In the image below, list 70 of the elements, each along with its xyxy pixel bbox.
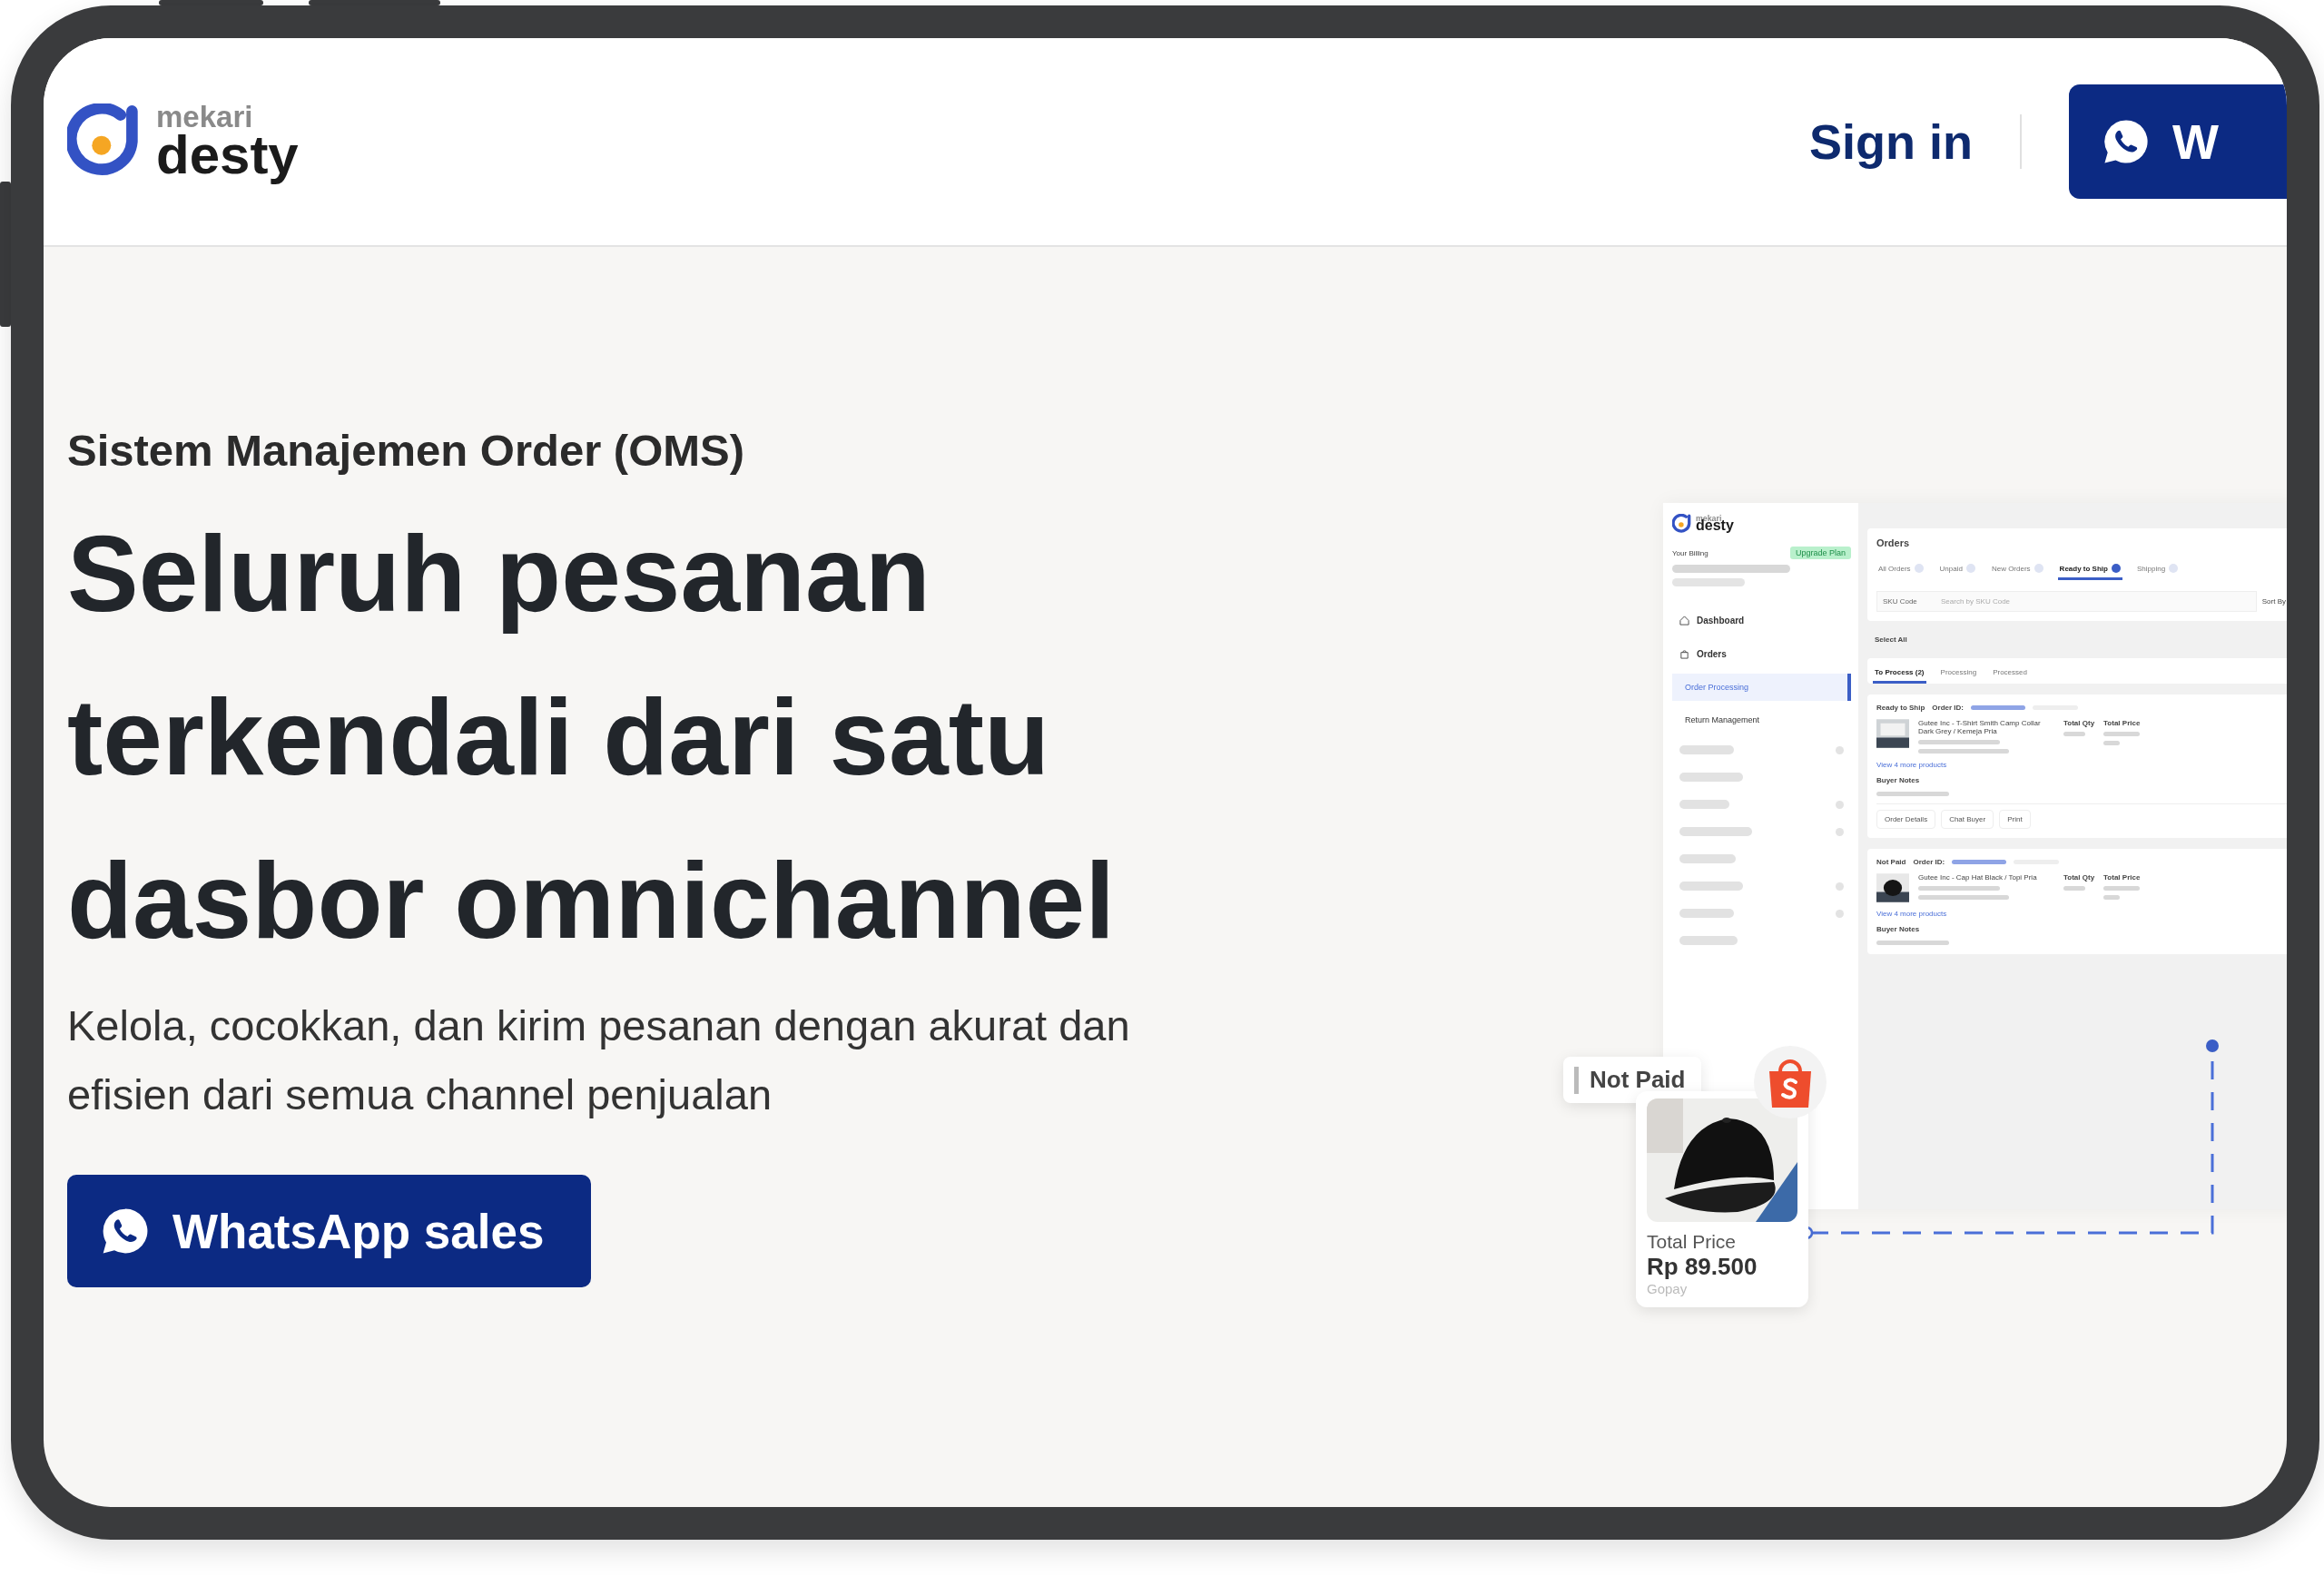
- column-header: Total Qty: [2063, 719, 2095, 727]
- description: Kelola, cocokkan, dan kirim pesanan dengan akurat dan efisien dari semua channel penjualan: [67, 1000, 1131, 1120]
- product-name: Gutee Inc - T-Shirt Smith Camp Collar Dark Grey / Kemeja Pria: [1918, 719, 2042, 735]
- buyer-notes-label: Buyer Notes: [1876, 925, 1921, 933]
- placeholder-bar: [1679, 936, 1738, 945]
- home-icon: [1679, 616, 1689, 626]
- placeholder-bar: [1679, 773, 1743, 782]
- placeholder-bar: [1679, 909, 1734, 918]
- status-tab[interactable]: Unpaid: [1937, 559, 1977, 580]
- placeholder-bar: [1971, 705, 2025, 710]
- dot-icon: [1836, 882, 1844, 891]
- order-status: Not Paid: [1876, 858, 1906, 866]
- placeholder-bar: [2103, 732, 2141, 736]
- placeholder-bar: [2063, 732, 2085, 736]
- status-tab[interactable]: Ready to Ship: [2057, 559, 2122, 580]
- action-button[interactable]: Print: [1999, 810, 2031, 829]
- logo-product: desty: [1696, 518, 1734, 534]
- process-tab[interactable]: Processing: [1938, 664, 1979, 684]
- whatsapp-button[interactable]: W: [2069, 84, 2287, 199]
- page-title: Orders: [1876, 537, 1911, 548]
- placeholder-bar: [1679, 800, 1729, 809]
- dot-icon: [1836, 909, 1844, 918]
- bag-icon: [1679, 649, 1689, 659]
- payment-method: Gopay: [1647, 1281, 1689, 1296]
- order-id-label: Order ID:: [1913, 858, 1945, 866]
- dot-icon: [1836, 745, 1844, 754]
- action-button[interactable]: Chat Buyer: [1941, 810, 1994, 829]
- buyer-notes-label: Buyer Notes: [1876, 776, 1921, 784]
- status-tab[interactable]: Shipping: [2134, 559, 2181, 580]
- placeholder-bar: [1952, 860, 2007, 864]
- action-button[interactable]: Order Details: [1876, 810, 1936, 829]
- eyebrow-text: Sistem Manajemen Order (OMS): [67, 425, 746, 476]
- column-header: Total Price: [2103, 873, 2141, 882]
- placeholder-bar: [2103, 886, 2141, 891]
- price-value: Rp 89.500: [1647, 1253, 1758, 1281]
- logo-icon: [1672, 514, 1692, 534]
- upgrade-badge: Upgrade Plan: [1789, 547, 1851, 559]
- nav-item[interactable]: Return Management: [1672, 706, 1851, 734]
- placeholder-bar: [2103, 741, 2121, 745]
- status-tab[interactable]: All Orders: [1876, 559, 1925, 580]
- placeholder-bar: [2063, 886, 2085, 891]
- column-header: Total Qty: [2063, 873, 2095, 882]
- search-field[interactable]: SKU Code Search by SKU Code: [1876, 591, 2257, 612]
- order-id-label: Order ID:: [1932, 704, 1964, 712]
- sort-label: Sort By: [2261, 597, 2287, 606]
- more-products-link[interactable]: View 4 more products: [1876, 910, 2287, 918]
- price-label: Total Price: [1647, 1231, 1738, 1253]
- process-tab[interactable]: Processed: [1991, 664, 2029, 684]
- status-tab[interactable]: New Orders: [1989, 559, 2045, 580]
- more-products-link[interactable]: View 4 more products: [1876, 761, 2287, 769]
- order-status: Ready to Ship: [1876, 704, 1925, 712]
- dot-icon: [1836, 827, 1844, 836]
- headline: Seluruh pesanan terkendali dari satu dasbor omnichannel: [67, 513, 1116, 962]
- placeholder-bar: [1679, 854, 1736, 863]
- nav-item[interactable]: Orders: [1672, 640, 1851, 668]
- dot-icon: [1836, 800, 1844, 809]
- select-all-label: Select All: [1875, 635, 1907, 644]
- nav-item[interactable]: Order Processing: [1672, 674, 1851, 701]
- product-name: Gutee Inc - Cap Hat Black / Topi Pria: [1918, 873, 2038, 882]
- placeholder-bar: [2103, 895, 2121, 900]
- status-label: Not Paid: [1590, 1066, 1686, 1094]
- nav-item[interactable]: Dashboard: [1672, 606, 1851, 635]
- process-tab[interactable]: To Process (2): [1873, 664, 1926, 684]
- status-stripe: [1574, 1066, 1579, 1094]
- placeholder-bar: [1679, 745, 1734, 754]
- column-header: Total Price: [2103, 719, 2141, 727]
- whatsapp-sales-button[interactable]: WhatsApp sales: [67, 1175, 592, 1287]
- billing-label: Your Billing: [1672, 548, 1709, 557]
- sign-in-link[interactable]: Sign in: [1809, 114, 2022, 169]
- placeholder-bar: [1679, 882, 1743, 891]
